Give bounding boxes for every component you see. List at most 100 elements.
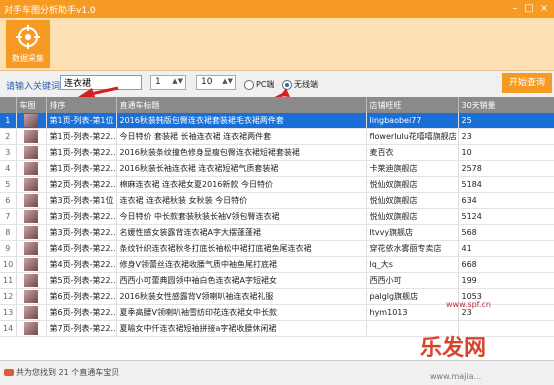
arrow-head-wireless bbox=[280, 88, 290, 97]
arrow-head-keyword bbox=[78, 88, 95, 97]
product-image[interactable] bbox=[24, 274, 38, 287]
chat-icon bbox=[4, 369, 14, 376]
row-index: 9 bbox=[0, 240, 17, 257]
row-sales: 5184 bbox=[458, 176, 554, 193]
row-index: 10 bbox=[0, 256, 17, 273]
row-thumb[interactable] bbox=[16, 160, 47, 177]
product-image[interactable] bbox=[24, 194, 38, 207]
table-row[interactable]: 3 第1页-列表-第22... 2016秋装条纹撞色修身显瘦包臀连衣裙短裙套装裙… bbox=[0, 144, 554, 161]
row-shop: palglg旗舰店 bbox=[366, 288, 459, 305]
watermark-url: www.spf.cn bbox=[446, 300, 491, 309]
row-rank: 第3页-列表-第1位 bbox=[46, 192, 117, 209]
row-shop: 悦仙奴旗舰店 bbox=[366, 176, 459, 193]
row-index: 7 bbox=[0, 208, 17, 225]
product-image[interactable] bbox=[24, 114, 38, 127]
row-index: 5 bbox=[0, 176, 17, 193]
row-rank: 第7页-列表-第22... bbox=[46, 320, 117, 337]
row-shop: 穿花依水雾丽专卖店 bbox=[366, 240, 459, 257]
product-image[interactable] bbox=[24, 290, 38, 303]
row-rank: 第1页-列表-第22... bbox=[46, 144, 117, 161]
row-thumb[interactable] bbox=[16, 320, 47, 337]
watermark-url-2: www.majia... bbox=[430, 372, 482, 381]
row-thumb[interactable] bbox=[16, 144, 47, 161]
row-thumb[interactable] bbox=[16, 288, 47, 305]
row-index: 8 bbox=[0, 224, 17, 241]
product-image[interactable] bbox=[24, 226, 38, 239]
row-title: 连衣裙 连衣裙秋装 女秋装 今日特价 bbox=[116, 192, 367, 209]
row-index: 3 bbox=[0, 144, 17, 161]
table-row[interactable]: 10 第4页-列表-第22... 修身V领蕾丝连衣裙收腰气质中袖鱼尾打底裙 lq… bbox=[0, 256, 554, 273]
row-sales: 25 bbox=[458, 113, 554, 129]
row-sales: 2578 bbox=[458, 160, 554, 177]
row-sales: 23 bbox=[458, 128, 554, 145]
row-rank: 第3页-列表-第22... bbox=[46, 208, 117, 225]
row-rank: 第4页-列表-第22... bbox=[46, 256, 117, 273]
row-thumb[interactable] bbox=[16, 208, 47, 225]
row-title: 棉麻连衣裙 连衣裙女夏2016新款 今日特价 bbox=[116, 176, 367, 193]
row-rank: 第1页-列表-第1位 bbox=[46, 113, 117, 129]
table-row[interactable]: 1 第1页-列表-第1位 2016秋装韩版包臀连衣裙套装裙毛衣裙两件套 ling… bbox=[0, 113, 554, 129]
product-image[interactable] bbox=[24, 322, 38, 335]
product-image[interactable] bbox=[24, 146, 38, 159]
row-index: 1 bbox=[0, 113, 17, 129]
row-title: 2016秋装长袖连衣裙 连衣裙短裙气质套装裙 bbox=[116, 160, 367, 177]
row-thumb[interactable] bbox=[16, 272, 47, 289]
row-shop: 悦仙奴旗舰店 bbox=[366, 192, 459, 209]
row-sales: 41 bbox=[458, 240, 554, 257]
row-title: 夏季高腰V领喇叭袖雪纺印花连衣裙女中长款 bbox=[116, 304, 367, 321]
row-thumb[interactable] bbox=[16, 113, 47, 129]
row-shop: 西西小可 bbox=[366, 272, 459, 289]
row-rank: 第3页-列表-第22... bbox=[46, 224, 117, 241]
col-shop[interactable]: 店铺旺旺 bbox=[366, 97, 459, 113]
row-shop: lq_大s bbox=[366, 256, 459, 273]
row-title: 2016秋装女性感露背V领喇叭袖连衣裙礼服 bbox=[116, 288, 367, 305]
row-index: 14 bbox=[0, 320, 17, 337]
row-shop: flowerlulu花嘻嘻旗舰店 bbox=[366, 128, 459, 145]
row-thumb[interactable] bbox=[16, 304, 47, 321]
table-row[interactable]: 4 第1页-列表-第22... 2016秋装长袖连衣裙 连衣裙短裙气质套装裙 卡… bbox=[0, 160, 554, 177]
col-title[interactable]: 直通车标题 bbox=[116, 97, 367, 113]
row-shop: 麦百衣 bbox=[366, 144, 459, 161]
row-sales: 634 bbox=[458, 192, 554, 209]
table-row[interactable]: 5 第2页-列表-第22... 棉麻连衣裙 连衣裙女夏2016新款 今日特价 悦… bbox=[0, 176, 554, 193]
row-shop: hym1013 bbox=[366, 304, 459, 321]
row-rank: 第1页-列表-第22... bbox=[46, 160, 117, 177]
table-row[interactable]: 8 第3页-列表-第22... 名媛性感女装露背连衣裙A字大摆蓬蓬裙 ltvvy… bbox=[0, 224, 554, 241]
product-image[interactable] bbox=[24, 242, 38, 255]
row-thumb[interactable] bbox=[16, 192, 47, 209]
table-row[interactable]: 2 第1页-列表-第22... 今日特价 套装裙 长袖连衣裙 连衣裙两件套 fl… bbox=[0, 128, 554, 145]
row-title: 今日特价 中长款套装秋装长袖V领包臀连衣裙 bbox=[116, 208, 367, 225]
row-index: 12 bbox=[0, 288, 17, 305]
row-index: 11 bbox=[0, 272, 17, 289]
product-image[interactable] bbox=[24, 130, 38, 143]
product-image[interactable] bbox=[24, 306, 38, 319]
row-sales: 668 bbox=[458, 256, 554, 273]
product-image[interactable] bbox=[24, 162, 38, 175]
row-thumb[interactable] bbox=[16, 176, 47, 193]
table-row[interactable]: 11 第5页-列表-第22... 西西小可蕾典圆领中袖白色连衣裙A字短裙女 西西… bbox=[0, 272, 554, 289]
row-rank: 第5页-列表-第22... bbox=[46, 272, 117, 289]
product-image[interactable] bbox=[24, 178, 38, 191]
row-thumb[interactable] bbox=[16, 128, 47, 145]
table-header-row: 车图 排序 直通车标题 店铺旺旺 30天销量 bbox=[0, 97, 554, 113]
row-thumb[interactable] bbox=[16, 240, 47, 257]
row-rank: 第6页-列表-第22... bbox=[46, 304, 117, 321]
row-thumb[interactable] bbox=[16, 224, 47, 241]
row-index: 6 bbox=[0, 192, 17, 209]
row-thumb[interactable] bbox=[16, 256, 47, 273]
product-image[interactable] bbox=[24, 258, 38, 271]
product-image[interactable] bbox=[24, 210, 38, 223]
col-rank[interactable]: 排序 bbox=[46, 97, 117, 113]
row-title: 2016秋装条纹撞色修身显瘦包臀连衣裙短裙套装裙 bbox=[116, 144, 367, 161]
row-index: 13 bbox=[0, 304, 17, 321]
col-image[interactable]: 车图 bbox=[16, 97, 47, 113]
table-row[interactable]: 7 第3页-列表-第22... 今日特价 中长款套装秋装长袖V领包臀连衣裙 悦仙… bbox=[0, 208, 554, 225]
col-sales[interactable]: 30天销量 bbox=[458, 97, 554, 113]
table-row[interactable]: 9 第4页-列表-第22... 条纹针织连衣裙秋冬打底长袖松中裙打底裙鱼尾连衣裙… bbox=[0, 240, 554, 257]
col-index bbox=[0, 97, 17, 113]
row-sales: 5124 bbox=[458, 208, 554, 225]
row-title: 条纹针织连衣裙秋冬打底长袖松中裙打底裙鱼尾连衣裙 bbox=[116, 240, 367, 257]
table-row[interactable]: 6 第3页-列表-第1位 连衣裙 连衣裙秋装 女秋装 今日特价 悦仙奴旗舰店 6… bbox=[0, 192, 554, 209]
row-index: 2 bbox=[0, 128, 17, 145]
row-rank: 第6页-列表-第22... bbox=[46, 288, 117, 305]
